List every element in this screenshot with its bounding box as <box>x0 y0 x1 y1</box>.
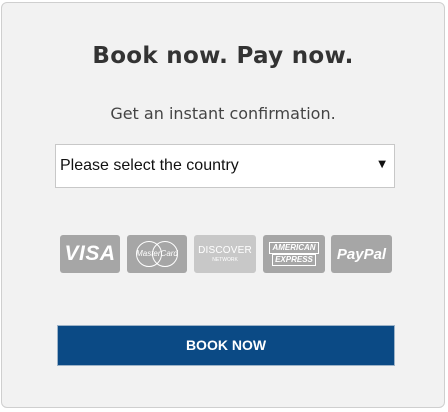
country-select-value: Please select the country <box>60 157 239 174</box>
visa-label: VISA <box>64 242 116 265</box>
visa-logo-icon: VISA <box>60 235 120 273</box>
booking-title: Book now. Pay now. <box>92 43 354 69</box>
amex-logo-icon: AMERICAN EXPRESS <box>263 235 325 273</box>
booking-subtitle: Get an instant confirmation. <box>110 104 336 123</box>
country-select[interactable]: Please select the country ▼ <box>55 144 395 188</box>
discover-logo-icon: DISCOVER NETWORK <box>194 235 256 273</box>
amex-label-line1: AMERICAN <box>269 242 319 254</box>
book-now-button[interactable]: BOOK NOW <box>57 325 395 366</box>
booking-panel: Book now. Pay now. Get an instant confir… <box>1 2 445 408</box>
paypal-logo-icon: PayPal <box>331 235 392 273</box>
chevron-down-icon: ▼ <box>378 159 386 170</box>
mastercard-logo-icon: MasterCard <box>127 235 187 273</box>
amex-label-line2: EXPRESS <box>272 254 316 266</box>
mastercard-label: MasterCard <box>136 249 178 258</box>
discover-sub-label: NETWORK <box>212 257 238 263</box>
discover-label: DISCOVER <box>198 245 252 256</box>
paypal-label: PayPal <box>336 245 387 263</box>
